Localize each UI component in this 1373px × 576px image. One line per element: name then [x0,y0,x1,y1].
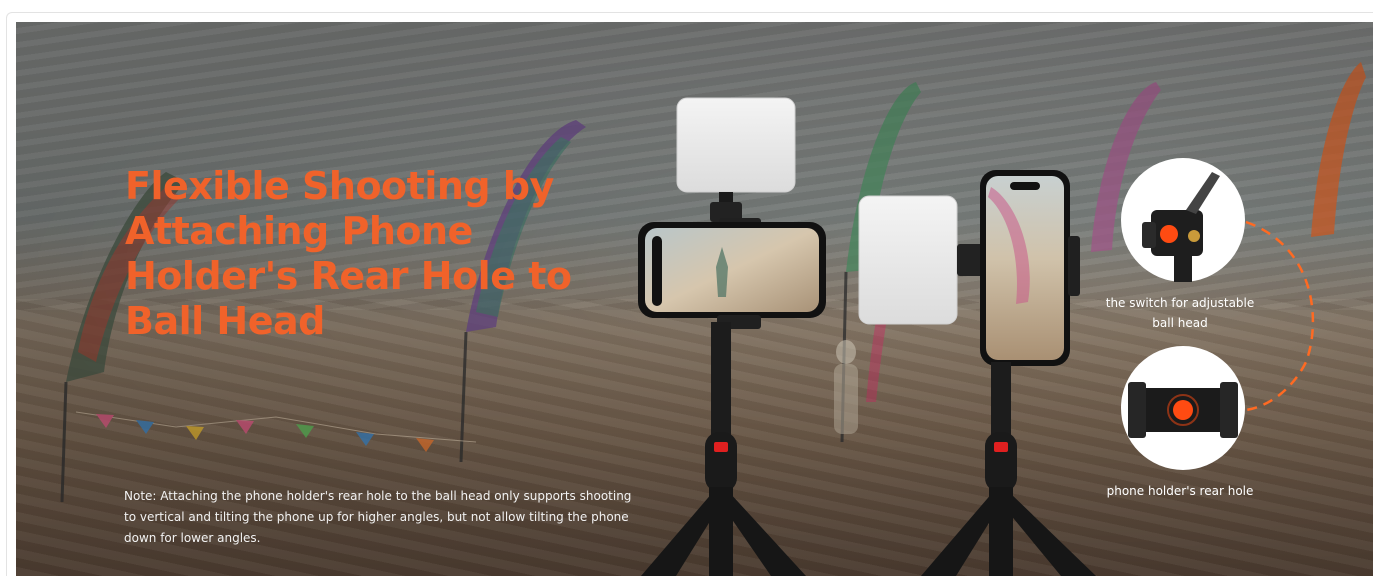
rear-hole-caption: phone holder's rear hole [1106,484,1254,498]
tripod-left [638,97,826,576]
usage-note: Note: Attaching the phone holder's rear … [124,489,632,545]
tripod-right [858,170,1096,576]
headline: Flexible Shooting by Attaching Phone Hol… [125,164,572,343]
ball-head-switch-caption: the switch for adjustable ball head [1105,296,1255,330]
ball-head-detail [1121,158,1245,282]
rear-hole-detail [1121,346,1245,470]
